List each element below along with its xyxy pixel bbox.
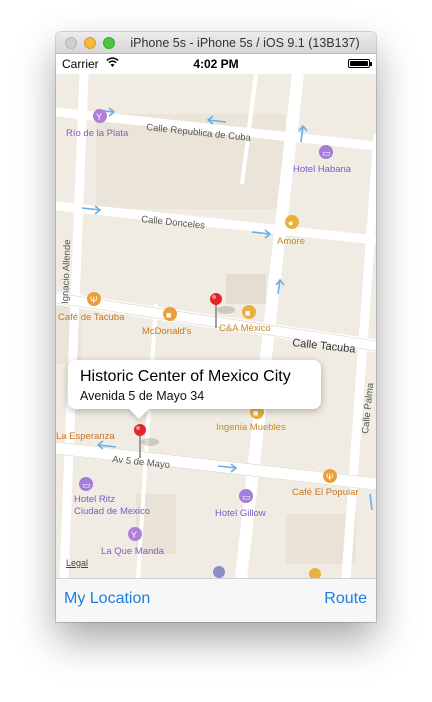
map-canvas: Calle Republica de Cuba Calle Donceles C… [56, 74, 376, 578]
status-bar: Carrier 4:02 PM [56, 54, 376, 74]
svg-text:Café El Popular: Café El Popular [292, 487, 359, 498]
battery-icon [348, 59, 372, 68]
svg-text:Ciudad de Mexico: Ciudad de Mexico [74, 506, 150, 517]
minimize-window-button[interactable] [84, 37, 96, 49]
window-title: iPhone 5s - iPhone 5s / iOS 9.1 (13B137) [130, 36, 360, 50]
svg-text:Y: Y [131, 530, 137, 540]
svg-text:La Que Manda: La Que Manda [101, 546, 165, 557]
svg-text:Café de Tacuba: Café de Tacuba [58, 312, 125, 323]
svg-text:▭: ▭ [242, 492, 251, 502]
bottom-toolbar: My Location Route [56, 578, 376, 622]
svg-text:▭: ▭ [82, 480, 91, 490]
svg-text:Río de la Plata: Río de la Plata [66, 128, 129, 139]
svg-text:■: ■ [245, 308, 250, 318]
callout-title: Historic Center of Mexico City [80, 368, 291, 385]
zoom-window-button[interactable] [103, 37, 115, 49]
street-label-allende: Ignacio Allende [60, 239, 73, 304]
svg-text:Hotel Gillow: Hotel Gillow [215, 508, 266, 519]
svg-text:La Esperanza: La Esperanza [56, 431, 115, 442]
svg-text:Ψ: Ψ [326, 472, 334, 482]
legal-link[interactable]: Legal [66, 558, 88, 568]
my-location-button[interactable]: My Location [64, 590, 150, 608]
svg-text:McDonald's: McDonald's [142, 326, 192, 337]
svg-text:Hotel Habana: Hotel Habana [293, 164, 352, 175]
route-button[interactable]: Route [324, 590, 367, 608]
svg-text:Hotel Ritz: Hotel Ritz [74, 494, 115, 505]
svg-text:Amore: Amore [277, 236, 305, 247]
svg-text:Ingenia Muebles: Ingenia Muebles [216, 422, 286, 433]
close-window-button[interactable] [65, 37, 77, 49]
svg-text:▭: ▭ [322, 148, 331, 158]
callout-subtitle: Avenida 5 de Mayo 34 [80, 389, 205, 403]
svg-text:●: ● [288, 218, 293, 228]
poi-la-esperanza[interactable]: La Esperanza [56, 431, 115, 442]
svg-text:C&A México: C&A México [219, 323, 271, 334]
svg-text:Ψ: Ψ [90, 295, 98, 305]
svg-text:■: ■ [253, 408, 258, 418]
simulator-window: iPhone 5s - iPhone 5s / iOS 9.1 (13B137)… [56, 32, 376, 622]
svg-text:Y: Y [96, 112, 102, 122]
window-titlebar: iPhone 5s - iPhone 5s / iOS 9.1 (13B137) [56, 32, 376, 54]
poi-partial-bottom[interactable] [213, 566, 225, 578]
map-view[interactable]: Calle Republica de Cuba Calle Donceles C… [56, 74, 376, 578]
map-callout[interactable]: Historic Center of Mexico City Avenida 5… [68, 360, 321, 409]
status-time: 4:02 PM [193, 57, 239, 71]
svg-text:■: ■ [166, 310, 171, 320]
